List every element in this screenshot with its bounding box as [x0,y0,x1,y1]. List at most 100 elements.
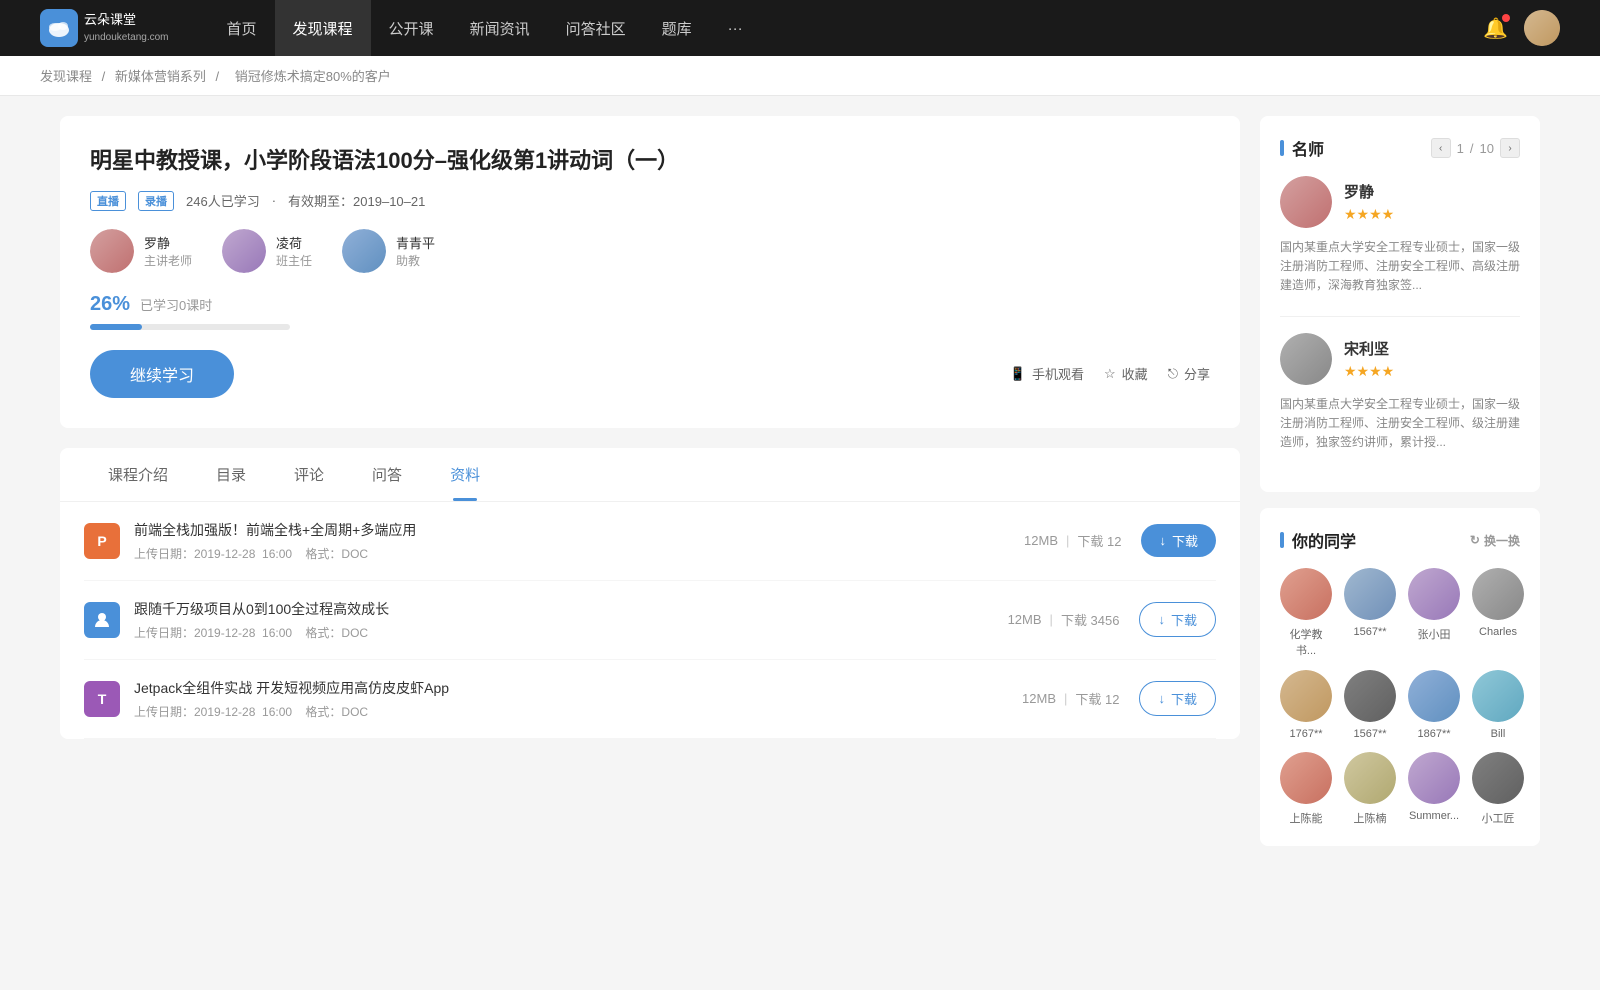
course-title: 明星中教授课，小学阶段语法100分–强化级第1讲动词（一） [90,146,1210,177]
classmate-name-2: 张小田 [1418,626,1451,642]
tabs-section: 课程介绍 目录 评论 问答 资料 P 前端全栈加强版！前端全栈+全周期+多端应用… [60,448,1240,739]
teacher-1: 凌荷 班主任 [222,229,312,273]
classmate-name-10: Summer... [1409,810,1459,822]
classmate-name-0: 化学教书... [1280,626,1332,658]
download-button-0[interactable]: ↓ 下载 [1141,524,1216,557]
teacher-avatar-1 [222,229,266,273]
navbar: 云朵课堂yundouketang.com 首页 发现课程 公开课 新闻资讯 问答… [0,0,1600,56]
tabs-header: 课程介绍 目录 评论 问答 资料 [60,448,1240,502]
classmate-11: 小工匠 [1472,752,1524,826]
classmate-avatar-img-8 [1280,752,1332,804]
tab-qa[interactable]: 问答 [348,448,426,501]
nav-exam[interactable]: 题库 [644,0,710,56]
classmate-0: 化学教书... [1280,568,1332,658]
file-info-2: Jetpack全组件实战 开发短视频应用高仿皮皮虾App 上传日期：2019-1… [134,678,1022,720]
classmate-name-5: 1567** [1353,728,1386,740]
user-avatar[interactable] [1524,10,1560,46]
tab-intro[interactable]: 课程介绍 [84,448,192,501]
download-button-1[interactable]: ↓ 下载 [1139,602,1216,637]
teacher-role-1: 班主任 [276,252,312,269]
tab-catalog[interactable]: 目录 [192,448,270,501]
classmate-avatar-0 [1280,568,1332,620]
course-meta: 直播 录播 246人已学习 · 有效期至：2019–10–21 [90,191,1210,211]
breadcrumb-series[interactable]: 新媒体营销系列 [115,69,206,84]
classmate-avatar-img-11 [1472,752,1524,804]
classmate-name-3: Charles [1479,626,1517,638]
classmate-avatar-11 [1472,752,1524,804]
download-label-1: 下载 [1171,610,1197,629]
tag-record: 录播 [138,191,174,211]
action-buttons: 📱 手机观看 ☆ 收藏 ⎋ 分享 [1010,364,1210,383]
teacher-role-0: 主讲老师 [144,252,192,269]
collect-button[interactable]: ☆ 收藏 [1104,364,1148,383]
teachers-panel-title: 名师 ‹ 1 / 10 › [1280,136,1520,160]
progress-bar-bg [90,324,290,330]
refresh-button[interactable]: ↻ 换一换 [1470,532,1520,549]
file-downloads-1: 下载 3456 [1061,610,1120,629]
classmate-avatar-1 [1344,568,1396,620]
teacher-card-info-0: 罗静 ★★★★ [1344,181,1394,223]
teacher-avatar-2 [342,229,386,273]
breadcrumb-current: 销冠修炼术搞定80%的客户 [235,69,391,84]
mobile-watch-button[interactable]: 📱 手机观看 [1010,364,1084,383]
classmate-avatar-img-2 [1408,568,1460,620]
nav-menu: 首页 发现课程 公开课 新闻资讯 问答社区 题库 ··· [209,0,1484,56]
classmate-avatar-2 [1408,568,1460,620]
teacher-divider [1280,316,1520,317]
student-count: 246人已学习 [186,191,260,210]
download-button-2[interactable]: ↓ 下载 [1139,681,1216,716]
notification-bell[interactable]: 🔔 [1483,16,1508,41]
classmate-2: 张小田 [1408,568,1460,658]
classmate-avatar-5 [1344,670,1396,722]
file-icon-0: P [84,523,120,559]
refresh-icon: ↻ [1470,533,1480,547]
progress-label: 已学习0课时 [140,295,212,314]
classmate-avatar-4 [1280,670,1332,722]
nav-discover[interactable]: 发现课程 [275,0,371,56]
classmates-panel-title: 你的同学 ↻ 换一换 [1280,528,1520,552]
mobile-watch-label: 手机观看 [1032,364,1084,383]
classmate-avatar-img-1 [1344,568,1396,620]
nav-news[interactable]: 新闻资讯 [452,0,548,56]
teacher-card-avatar-1 [1280,333,1332,385]
classmate-avatar-img-5 [1344,670,1396,722]
file-name-1: 跟随千万级项目从0到100全过程高效成长 [134,599,1008,619]
tab-materials[interactable]: 资料 [426,448,504,501]
refresh-label: 换一换 [1484,532,1520,549]
nav-open[interactable]: 公开课 [371,0,452,56]
classmate-avatar-img-10 [1408,752,1460,804]
next-teacher-btn[interactable]: › [1500,138,1520,158]
star-icon: ☆ [1104,366,1116,382]
classmate-7: Bill [1472,670,1524,740]
file-name-0: 前端全栈加强版！前端全栈+全周期+多端应用 [134,520,1024,540]
nav-qa[interactable]: 问答社区 [548,0,644,56]
classmate-avatar-10 [1408,752,1460,804]
teacher-avatar-img-0 [90,229,134,273]
classmate-5: 1567** [1344,670,1396,740]
file-icon-2: T [84,681,120,717]
teacher-0: 罗静 主讲老师 [90,229,192,273]
classmate-10: Summer... [1408,752,1460,826]
teacher-role-2: 助教 [396,252,435,269]
nav-home[interactable]: 首页 [209,0,275,56]
breadcrumb: 发现课程 / 新媒体营销系列 / 销冠修炼术搞定80%的客户 [0,56,1600,96]
logo[interactable]: 云朵课堂yundouketang.com [40,9,169,47]
teachers-pagination: ‹ 1 / 10 › [1431,138,1520,158]
nav-more[interactable]: ··· [710,0,761,56]
file-meta-2: 上传日期：2019-12-28 16:00 格式：DOC [134,703,1022,720]
file-item-1: 跟随千万级项目从0到100全过程高效成长 上传日期：2019-12-28 16:… [84,581,1216,660]
teacher-page-current: 1 [1457,141,1464,156]
progress-header: 26% 已学习0课时 [90,293,1210,316]
file-divider-1: | [1050,612,1053,627]
file-icon-1 [84,602,120,638]
progress-section: 26% 已学习0课时 [90,293,1210,330]
teacher-2: 青青平 助教 [342,229,435,273]
continue-button[interactable]: 继续学习 [90,350,234,398]
breadcrumb-discover[interactable]: 发现课程 [40,69,92,84]
file-meta-1: 上传日期：2019-12-28 16:00 格式：DOC [134,624,1008,641]
tab-review[interactable]: 评论 [270,448,348,501]
breadcrumb-sep2: / [216,69,223,84]
share-button[interactable]: ⎋ 分享 [1168,364,1210,383]
prev-teacher-btn[interactable]: ‹ [1431,138,1451,158]
classmate-name-11: 小工匠 [1482,810,1515,826]
